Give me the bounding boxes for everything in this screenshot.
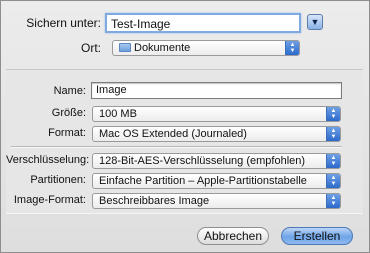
location-label: Ort: xyxy=(81,41,101,55)
cancel-button[interactable]: Abbrechen xyxy=(197,227,269,245)
image-format-label: Image-Format: xyxy=(13,194,86,206)
partitions-label: Partitionen: xyxy=(30,174,86,186)
size-popup[interactable]: 100 MB ▲ ▼ xyxy=(92,106,341,122)
format-value: Mac OS Extended (Journaled) xyxy=(99,128,247,140)
name-label: Name: xyxy=(53,85,86,97)
options-panel: Name: Image Größe: 100 MB ▲ ▼ Format: Mac… xyxy=(6,69,363,214)
encryption-label: Verschlüsselung: xyxy=(6,154,90,166)
format-label: Format: xyxy=(48,127,86,139)
size-value: 100 MB xyxy=(99,108,137,120)
save-as-label: Sichern unter: xyxy=(26,16,101,30)
location-popup[interactable]: Dokumente ▲ ▼ xyxy=(112,40,300,56)
save-as-input[interactable]: Test-Image xyxy=(105,13,301,33)
folder-icon xyxy=(119,43,131,52)
save-dialog: Sichern unter: Test-Image ▼ Ort: Dokumen… xyxy=(0,0,370,253)
name-input[interactable]: Image xyxy=(91,82,342,99)
popup-arrows-icon: ▲ ▼ xyxy=(326,174,340,188)
location-value: Dokumente xyxy=(134,42,191,54)
partitions-popup[interactable]: Einfache Partition – Apple-Partitionstab… xyxy=(92,173,341,189)
popup-arrows-icon: ▲ ▼ xyxy=(326,194,340,208)
size-label: Größe: xyxy=(51,107,86,119)
image-format-value: Beschreibbares Image xyxy=(99,195,210,207)
encryption-value: 128-Bit-AES-Verschlüsselung (empfohlen) xyxy=(99,155,306,167)
triangle-down-icon: ▼ xyxy=(310,17,320,27)
options-separator xyxy=(11,146,342,148)
popup-arrows-icon: ▲ ▼ xyxy=(285,41,299,55)
encryption-popup[interactable]: 128-Bit-AES-Verschlüsselung (empfohlen) … xyxy=(92,153,341,169)
popup-arrows-icon: ▲ ▼ xyxy=(326,127,340,141)
expand-disclosure-button[interactable]: ▼ xyxy=(307,14,323,30)
create-button[interactable]: Erstellen xyxy=(281,227,353,245)
image-format-popup[interactable]: Beschreibbares Image ▲ ▼ xyxy=(92,193,341,209)
partitions-value: Einfache Partition – Apple-Partitionstab… xyxy=(99,175,307,187)
popup-arrows-icon: ▲ ▼ xyxy=(326,154,340,168)
format-popup[interactable]: Mac OS Extended (Journaled) ▲ ▼ xyxy=(92,126,341,142)
popup-arrows-icon: ▲ ▼ xyxy=(326,107,340,121)
